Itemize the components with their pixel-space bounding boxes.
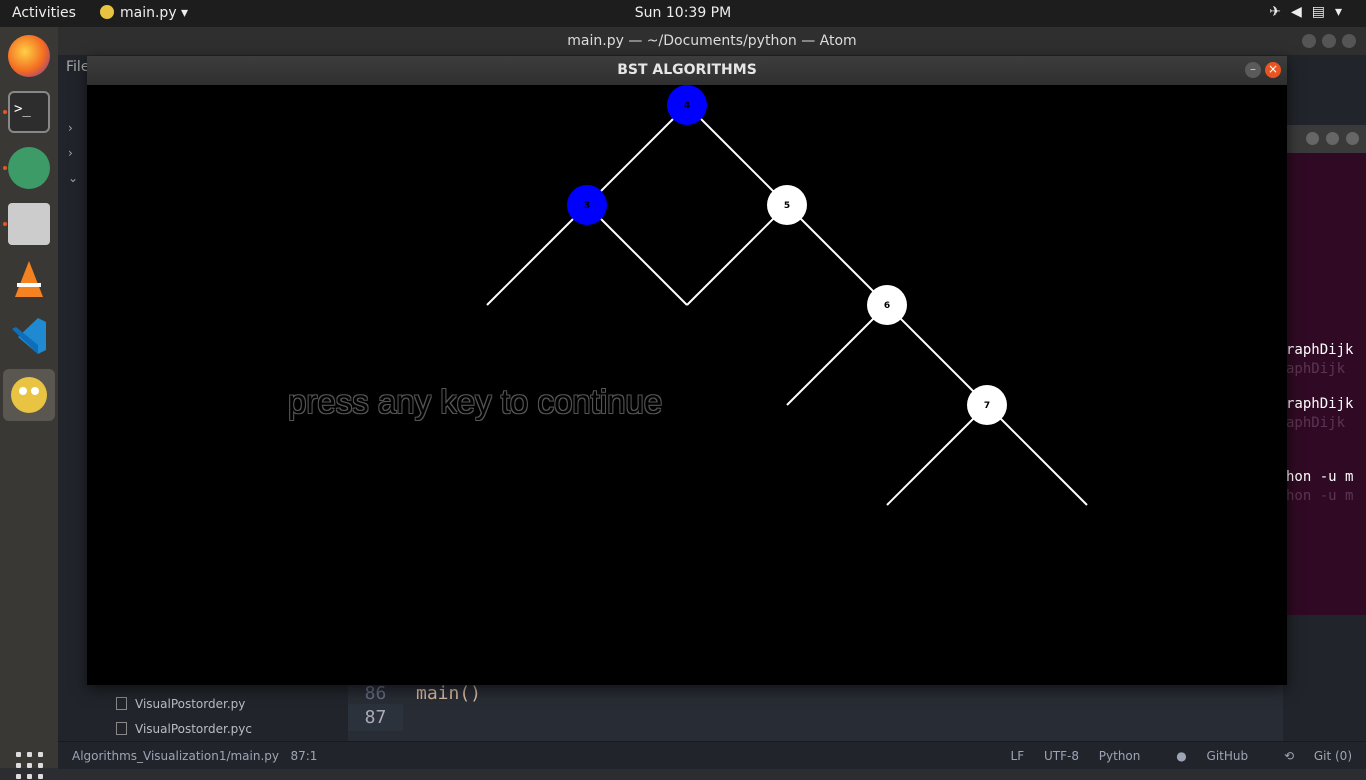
status-grammar[interactable]: Python: [1099, 749, 1141, 763]
tree-node-label: 6: [884, 301, 890, 311]
status-encoding[interactable]: UTF-8: [1044, 749, 1079, 763]
show-applications-icon[interactable]: [16, 752, 44, 780]
vlc-icon[interactable]: [8, 259, 50, 301]
files-icon[interactable]: [8, 203, 50, 245]
tree-node-label: 5: [784, 201, 790, 211]
running-indicator: [3, 166, 7, 170]
menu-file[interactable]: File: [66, 59, 89, 75]
tree-node-label: 4: [684, 101, 690, 111]
chevron-right-icon[interactable]: ›: [68, 146, 73, 160]
maximize-icon[interactable]: [1326, 132, 1339, 145]
chevron-right-icon[interactable]: ›: [68, 121, 73, 135]
status-cursor-position[interactable]: 87:1: [290, 749, 317, 763]
vscode-icon[interactable]: [8, 315, 50, 357]
tree-edge: [486, 204, 588, 306]
status-github[interactable]: ● GitHub: [1160, 749, 1248, 763]
tree-edge: [986, 404, 1088, 506]
bst-window: BST ALGORITHMS – × 4 3 5 6 7 press any key t…: [87, 56, 1287, 685]
close-icon[interactable]: [1342, 34, 1356, 48]
running-indicator: [3, 222, 7, 226]
minimize-icon[interactable]: –: [1245, 62, 1261, 78]
clock[interactable]: Sun 10:39 PM: [0, 5, 1366, 21]
power-icon: ▾: [1334, 4, 1352, 20]
firefox-icon[interactable]: [8, 35, 50, 77]
tree-file-item[interactable]: VisualPostorder.pyc: [116, 722, 252, 736]
terminal-line: aphDijk: [1286, 415, 1346, 431]
status-line-ending[interactable]: LF: [1011, 749, 1025, 763]
tree-file-item[interactable]: VisualPostorder.py: [116, 697, 245, 711]
terminal-line: raphDijk: [1286, 342, 1354, 358]
dock: >_: [0, 27, 58, 779]
tree-edge: [686, 104, 788, 206]
close-icon[interactable]: [1346, 132, 1359, 145]
tree-node-label: 7: [984, 401, 990, 411]
tree-edge: [786, 204, 888, 306]
tree-file-label: VisualPostorder.py: [135, 697, 246, 711]
tree-edge: [586, 204, 688, 306]
tree-file-label: VisualPostorder.pyc: [135, 722, 252, 736]
running-indicator: [3, 110, 7, 114]
clipboard-icon: ▤: [1311, 4, 1335, 20]
tree-edge: [586, 104, 688, 206]
tree-edge: [686, 204, 788, 306]
volume-icon: ◀: [1290, 4, 1312, 20]
github-icon: ●: [1176, 749, 1187, 763]
terminal-line: hon -u m: [1286, 488, 1354, 504]
git-label: Git (0): [1313, 749, 1352, 763]
tree-edge: [886, 304, 988, 406]
atom-title-bar: main.py — ~/Documents/python — Atom: [58, 27, 1366, 55]
terminal-icon[interactable]: >_: [8, 91, 50, 133]
bst-title-bar: BST ALGORITHMS: [87, 56, 1287, 85]
tree-node-label: 3: [584, 201, 590, 211]
github-label: GitHub: [1206, 749, 1249, 763]
terminal-line: raphDijk: [1286, 396, 1354, 412]
git-icon: ⟲: [1283, 749, 1295, 763]
atom-icon[interactable]: [8, 147, 50, 189]
terminal-title-bar: [1286, 125, 1366, 153]
atom-window-controls[interactable]: [1296, 33, 1356, 52]
airplane-icon: ✈: [1269, 4, 1291, 20]
tree-edge: [786, 304, 888, 406]
maximize-icon[interactable]: [1322, 34, 1336, 48]
minimize-icon[interactable]: [1302, 34, 1316, 48]
file-icon: [116, 697, 127, 710]
status-file-path[interactable]: Algorithms_Visualization1/main.py: [72, 749, 279, 763]
system-tray[interactable]: ✈◀▤▾: [1269, 4, 1352, 20]
close-icon[interactable]: ×: [1265, 62, 1281, 78]
bst-canvas[interactable]: 4 3 5 6 7 press any key to continue: [87, 85, 1287, 685]
status-bar: Algorithms_Visualization1/main.py 87:1 L…: [58, 741, 1366, 769]
status-git[interactable]: ⟲ Git (0): [1268, 749, 1352, 763]
file-icon: [116, 722, 127, 735]
terminal-window: raphDijk aphDijk raphDijk aphDijk hon -u…: [1286, 125, 1366, 615]
continue-prompt: press any key to continue: [288, 383, 663, 420]
bst-tree: 4 3 5 6 7: [486, 85, 1088, 506]
tree-edge: [886, 404, 988, 506]
top-bar: Activities main.py ▾ Sun 10:39 PM ✈◀▤▾: [0, 0, 1366, 27]
minimize-icon[interactable]: [1306, 132, 1319, 145]
terminal-line: aphDijk: [1286, 361, 1346, 377]
chevron-down-icon[interactable]: ⌄: [68, 171, 78, 185]
pygame-icon[interactable]: [3, 369, 55, 421]
terminal-line: hon -u m: [1286, 469, 1354, 485]
line-number: 87: [348, 704, 403, 731]
